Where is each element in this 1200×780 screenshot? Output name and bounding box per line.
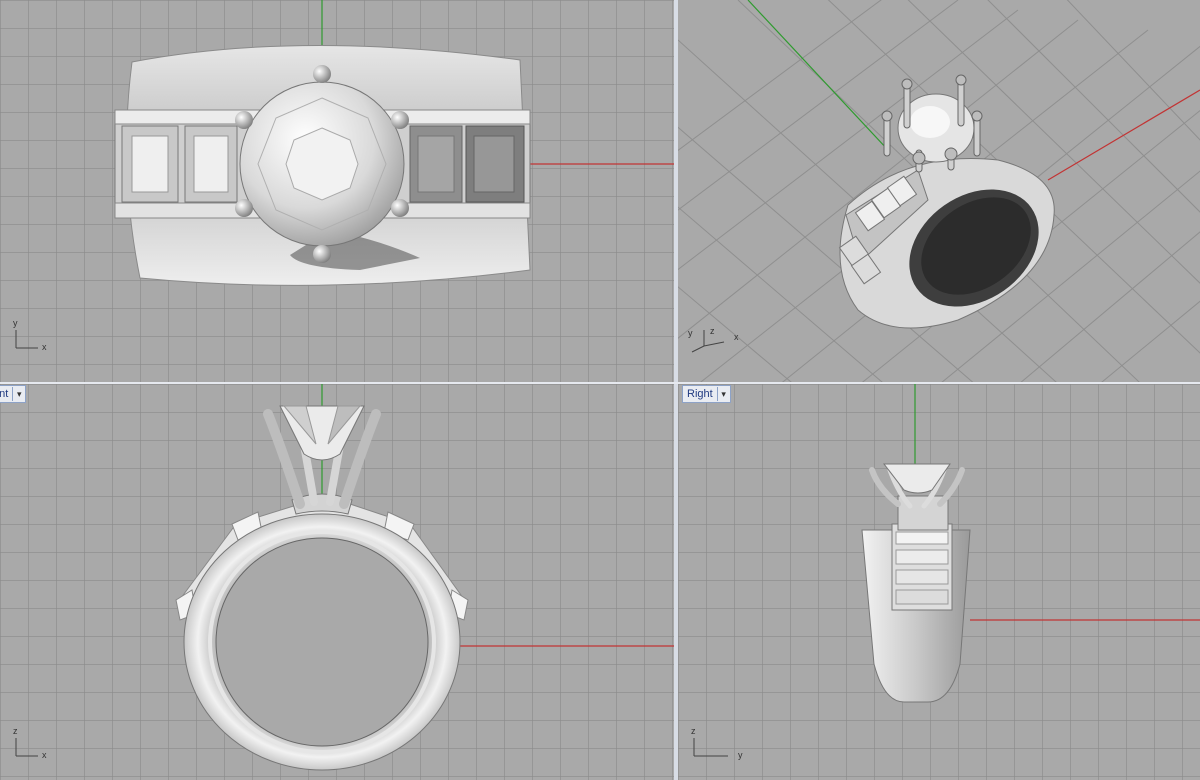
viewport-title-label[interactable]: Right — [683, 387, 717, 401]
world-axes-icon: y z x — [684, 324, 754, 354]
axis-label-h: y — [738, 750, 743, 760]
viewport-splitter-horizontal[interactable] — [0, 382, 1200, 384]
viewport-right[interactable]: Right ▾ z y — [678, 384, 1200, 780]
viewport-front[interactable]: ont ▾ — [0, 384, 674, 780]
top-view-scene — [114, 0, 674, 286]
axis-label-h: x — [42, 342, 47, 352]
perspective-grid — [678, 0, 1200, 382]
viewport-title-right[interactable]: Right ▾ — [682, 385, 731, 403]
dropdown-arrow-icon[interactable]: ▾ — [12, 387, 25, 401]
world-axes-icon: z x — [12, 726, 52, 762]
axis-label-a: y — [688, 328, 693, 338]
viewport-splitter-vertical[interactable] — [674, 0, 678, 780]
viewport-top[interactable]: y x — [0, 0, 674, 382]
axis-label-v: y — [13, 318, 18, 328]
axis-label-c: x — [734, 332, 739, 342]
viewport-perspective[interactable]: y z x — [678, 0, 1200, 382]
viewport-title-front[interactable]: ont ▾ — [0, 385, 27, 403]
ring-model-side — [861, 463, 971, 703]
axis-label-b: z — [710, 326, 715, 336]
right-view-scene — [861, 384, 1200, 703]
world-axes-icon: z y — [682, 726, 752, 762]
front-view-scene — [175, 384, 674, 771]
axis-label-v: z — [13, 726, 18, 736]
dropdown-arrow-icon[interactable]: ▾ — [716, 387, 730, 401]
axis-label-v: z — [691, 726, 696, 736]
world-axes-icon: y x — [12, 318, 52, 354]
axis-label-h: x — [42, 750, 47, 760]
viewport-title-label[interactable]: ont — [0, 387, 12, 401]
